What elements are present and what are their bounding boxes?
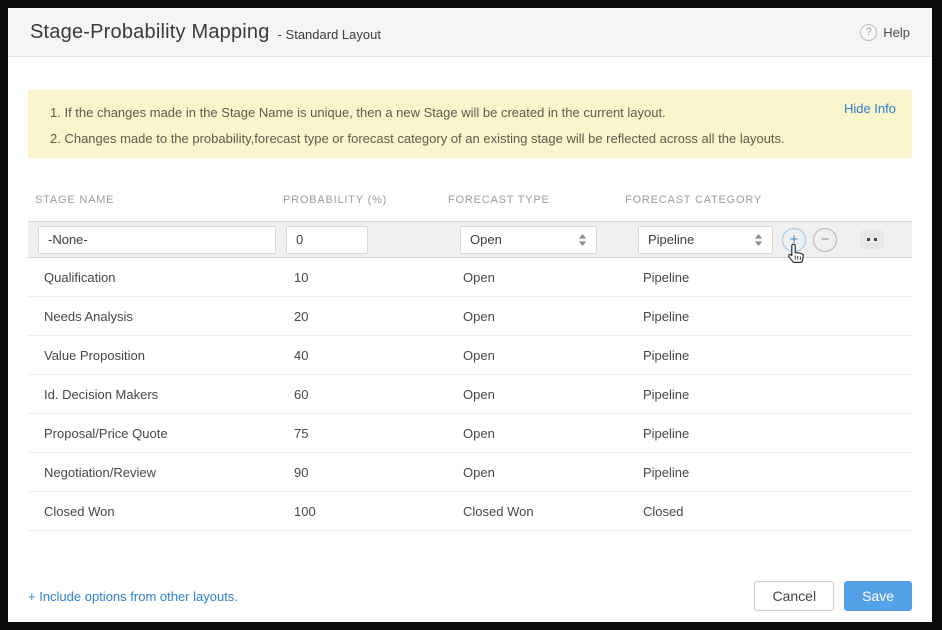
footer: + Include options from other layouts. Ca…: [28, 581, 912, 611]
probability-cell: 40: [294, 348, 463, 363]
forecast-type-cell: Open: [463, 426, 643, 441]
stage-cell: Value Proposition: [44, 348, 294, 363]
probability-cell: 10: [294, 270, 463, 285]
footer-buttons: Cancel Save: [754, 581, 912, 611]
content-area: 1. If the changes made in the Stage Name…: [8, 57, 932, 622]
drag-handle[interactable]: [860, 230, 884, 249]
stage-cell: Qualification: [44, 270, 294, 285]
drag-dot-icon: [867, 238, 870, 241]
stage-probability-mapping-window: Stage-Probability Mapping - Standard Lay…: [8, 8, 932, 622]
table-row[interactable]: Qualification 10 Open Pipeline: [28, 258, 912, 297]
screen-frame: Stage-Probability Mapping - Standard Lay…: [0, 0, 942, 630]
forecast-type-select-value: Open: [470, 232, 502, 247]
save-button[interactable]: Save: [844, 581, 912, 611]
updown-arrows-icon: [578, 234, 587, 246]
include-options-link[interactable]: + Include options from other layouts.: [28, 589, 238, 604]
table-header-row: STAGE NAME PROBABILITY (%) FORECAST TYPE…: [28, 185, 912, 221]
forecast-type-cell: Open: [463, 348, 643, 363]
info-line-1: 1. If the changes made in the Stage Name…: [44, 103, 896, 123]
table-row[interactable]: Negotiation/Review 90 Open Pipeline: [28, 453, 912, 492]
stage-cell: Needs Analysis: [44, 309, 294, 324]
topbar: Stage-Probability Mapping - Standard Lay…: [8, 8, 932, 57]
forecast-category-cell: Pipeline: [643, 387, 843, 402]
probability-cell: 60: [294, 387, 463, 402]
table-row[interactable]: Id. Decision Makers 60 Open Pipeline: [28, 375, 912, 414]
probability-cell: 75: [294, 426, 463, 441]
forecast-category-cell: Pipeline: [643, 465, 843, 480]
stage-cell: Id. Decision Makers: [44, 387, 294, 402]
hide-info-link[interactable]: Hide Info: [844, 101, 896, 116]
page-subtitle: - Standard Layout: [278, 27, 381, 42]
table-row[interactable]: Closed Won 100 Closed Won Closed: [28, 492, 912, 531]
forecast-type-cell: Open: [463, 270, 643, 285]
stage-cell: Negotiation/Review: [44, 465, 294, 480]
plus-icon: +: [790, 232, 799, 247]
info-line-2: 2. Changes made to the probability,forec…: [44, 129, 896, 149]
stage-editor-row: Open Pipeline + −: [28, 221, 912, 258]
updown-arrows-icon: [754, 234, 763, 246]
probability-input[interactable]: [286, 226, 368, 254]
forecast-type-cell: Closed Won: [463, 504, 643, 519]
probability-cell: 20: [294, 309, 463, 324]
table-row[interactable]: Value Proposition 40 Open Pipeline: [28, 336, 912, 375]
forecast-category-cell: Pipeline: [643, 270, 843, 285]
stage-cell: Proposal/Price Quote: [44, 426, 294, 441]
drag-dot-icon: [874, 238, 877, 241]
probability-cell: 100: [294, 504, 463, 519]
stage-cell: Closed Won: [44, 504, 294, 519]
info-banner: 1. If the changes made in the Stage Name…: [28, 90, 912, 158]
minus-icon: −: [821, 232, 830, 247]
forecast-category-cell: Pipeline: [643, 348, 843, 363]
table-row[interactable]: Proposal/Price Quote 75 Open Pipeline: [28, 414, 912, 453]
forecast-category-cell: Pipeline: [643, 309, 843, 324]
table-row[interactable]: Needs Analysis 20 Open Pipeline: [28, 297, 912, 336]
page-title: Stage-Probability Mapping: [30, 21, 270, 44]
remove-stage-button[interactable]: −: [813, 228, 837, 252]
forecast-type-cell: Open: [463, 387, 643, 402]
cancel-button[interactable]: Cancel: [754, 581, 834, 611]
forecast-category-select-value: Pipeline: [648, 232, 694, 247]
help-button[interactable]: ? Help: [860, 24, 910, 41]
column-header-stage-name: STAGE NAME: [35, 194, 283, 221]
stage-name-input[interactable]: [38, 226, 276, 254]
column-header-forecast-type: FORECAST TYPE: [448, 194, 625, 221]
probability-cell: 90: [294, 465, 463, 480]
forecast-category-cell: Closed: [643, 504, 843, 519]
add-stage-button[interactable]: +: [782, 228, 806, 252]
column-header-actions: [825, 194, 912, 221]
forecast-category-cell: Pipeline: [643, 426, 843, 441]
column-header-forecast-category: FORECAST CATEGORY: [625, 194, 825, 221]
forecast-type-cell: Open: [463, 465, 643, 480]
forecast-category-select[interactable]: Pipeline: [638, 226, 773, 254]
help-label: Help: [883, 25, 910, 40]
forecast-type-select[interactable]: Open: [460, 226, 597, 254]
column-header-probability: PROBABILITY (%): [283, 194, 448, 221]
question-mark-icon: ?: [860, 24, 877, 41]
forecast-type-cell: Open: [463, 309, 643, 324]
